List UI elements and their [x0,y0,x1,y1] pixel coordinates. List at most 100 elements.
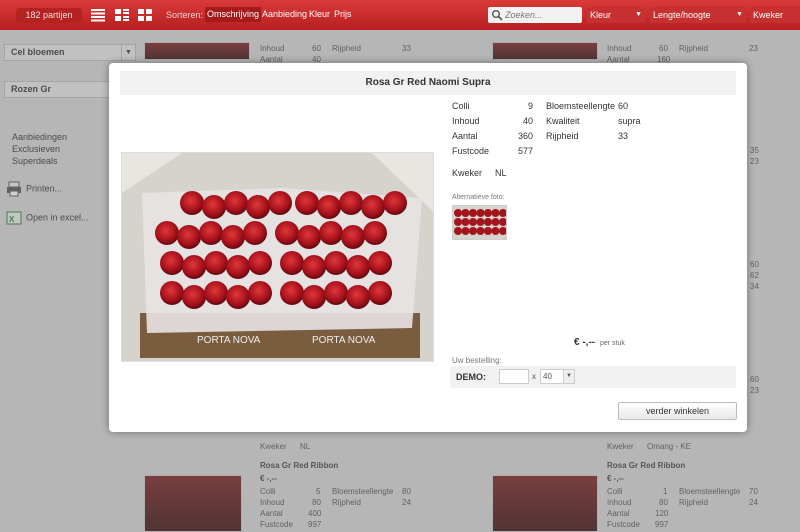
sort-option-omschrijving[interactable]: Omschrijving [205,7,262,22]
rose-head [246,195,270,219]
rose-head [361,195,385,219]
mixed-grid-view-icon[interactable] [114,8,130,22]
rose-head [268,191,292,215]
length-filter-select[interactable]: Lengte/hoogte ▼ [650,7,746,23]
chevron-down-icon: ▼ [563,370,574,383]
search-box [488,7,582,23]
continue-shopping-button[interactable]: verder winkelen [618,402,737,420]
rose-head [204,251,228,275]
alternative-photo-thumbnail[interactable] [452,205,507,240]
rose-head [155,221,179,245]
spec-aantal-label: Aantal [452,131,478,141]
order-row: DEMO: x 40 ▼ [450,366,736,388]
alt-rose-head [461,227,470,235]
rose-head [224,191,248,215]
grid-view-icon[interactable] [137,8,153,22]
search-input[interactable] [505,7,579,23]
rose-head [324,281,348,305]
alternative-photo-label: Alternatieve foto: [452,194,505,201]
modal-title: Rosa Gr Red Naomi Supra [120,71,736,95]
price-value: € -,-- [574,337,596,348]
rose-head [177,225,201,249]
rose-head [280,281,304,305]
alt-rose-head [484,209,492,217]
sort-option-kleur[interactable]: Kleur [307,7,332,22]
grower-filter-label: Kweker [753,10,784,20]
rose-head [324,251,348,275]
alt-rose-head [454,227,462,235]
alt-rose-head [476,209,485,217]
rose-head [346,285,370,309]
rose-head [302,285,326,309]
rose-head [317,195,341,219]
rose-head [226,285,250,309]
sort-option-prijs[interactable]: Prijs [332,7,354,22]
multiply-sign: x [532,372,536,381]
grower-filter-select[interactable]: Kweker [750,7,800,23]
alt-rose-head [499,227,506,235]
spec-kwaliteit-label: Kwaliteit [546,116,580,126]
photo-brand-text: PORTA NOVA [197,335,261,346]
rose-head [339,191,363,215]
alt-rose-head [469,209,477,217]
spec-bloemsteellengte-value: 60 [618,101,629,111]
lot-count-badge: 182 partijen [16,8,82,23]
spec-aantal-value: 360 [517,131,533,141]
rose-head [280,251,304,275]
alt-rose-head [491,218,500,226]
order-label: Uw bestelling: [452,356,502,365]
alt-rose-head [461,209,470,217]
spec-bloemsteellengte-label: Bloemsteellengte [546,101,616,111]
color-filter-select[interactable]: Kleur ▼ [587,7,645,23]
alt-rose-head [484,227,492,235]
rose-head [319,221,343,245]
top-toolbar: 182 partijen Sorteren: Omschrijving Aanb… [0,0,800,30]
rose-head [275,221,299,245]
alt-rose-head [461,218,470,226]
rose-head [204,281,228,305]
length-filter-label: Lengte/hoogte [653,10,711,20]
rose-head [341,225,365,249]
rose-head [243,221,267,245]
rose-head [226,255,250,279]
rose-head [182,285,206,309]
sort-label: Sorteren: [166,10,204,20]
quantity-input[interactable] [499,369,529,384]
spec-colli-value: 9 [527,101,533,111]
search-icon [492,10,503,21]
product-photo: PORTA NOVA PORTA NOVA [121,152,434,362]
photo-brand-text-2: PORTA NOVA [312,335,376,346]
pack-size-value: 40 [543,372,552,381]
chevron-down-icon: ▼ [736,11,743,18]
rose-head [297,225,321,249]
rose-head [202,195,226,219]
color-filter-label: Kleur [590,10,612,20]
alt-rose-head [469,227,477,235]
rose-head [295,191,319,215]
demo-label: DEMO: [456,372,486,382]
spec-kweker-label: Kweker [452,168,483,178]
rose-head [221,225,245,249]
alt-rose-head [476,218,485,226]
rose-head [248,251,272,275]
rose-head [363,221,387,245]
alt-rose-head [499,218,506,226]
rose-head [182,255,206,279]
spec-fustcode-label: Fustcode [452,146,490,156]
alt-rose-head [476,227,485,235]
spec-inhoud-value: 40 [522,116,533,126]
spec-rijpheid-value: 33 [618,131,629,141]
alt-rose-head [499,209,506,217]
alt-rose-head [491,227,500,235]
pack-size-select[interactable]: 40 ▼ [540,369,575,384]
product-detail-modal: Rosa Gr Red Naomi Supra PORTA NOVA PORTA… [109,63,747,432]
price-unit: per stuk [600,340,625,347]
rose-head [160,251,184,275]
spec-fustcode-value: 577 [517,146,533,156]
rose-head [248,281,272,305]
list-view-icon[interactable] [90,8,106,22]
spec-kweker-value: NL [495,168,507,178]
spec-inhoud-label: Inhoud [452,116,480,126]
rose-head [368,251,392,275]
sort-option-aanbieding[interactable]: Aanbieding [260,7,309,22]
